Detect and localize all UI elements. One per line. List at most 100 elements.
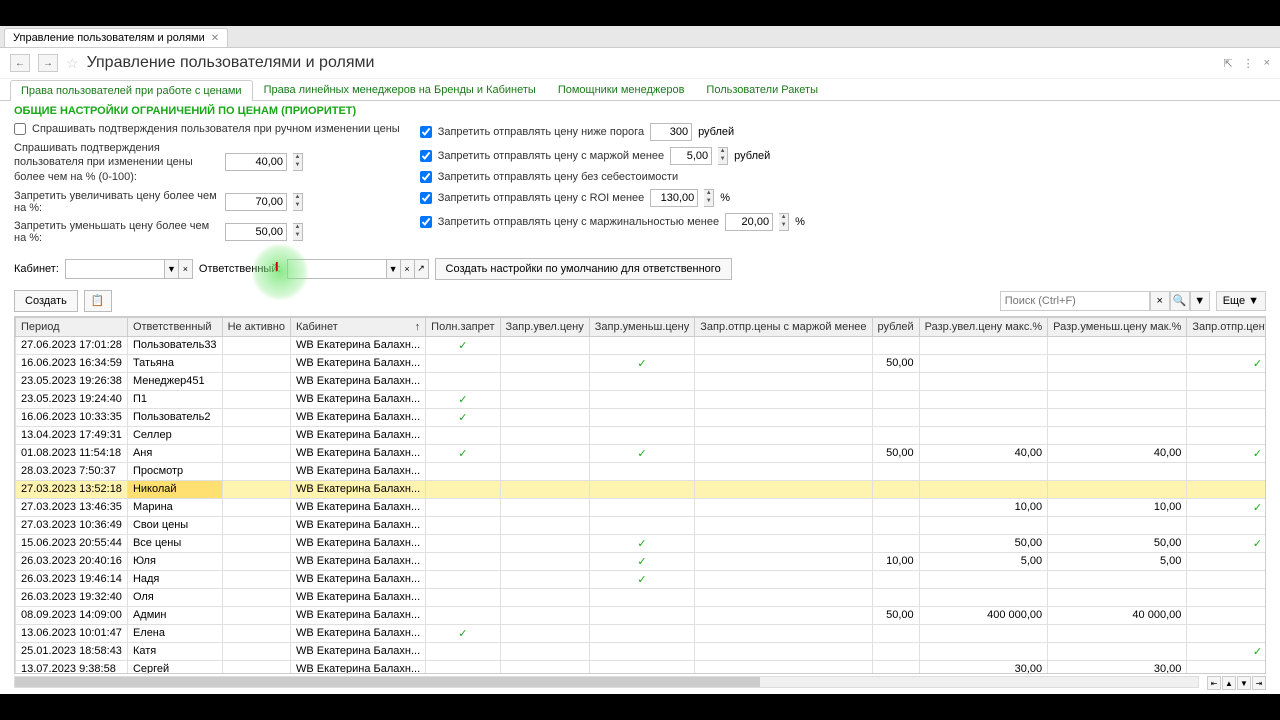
spinner[interactable]: ▲▼ xyxy=(718,147,728,165)
table-row[interactable]: 13.06.2023 10:01:47ЕленаWB Екатерина Бал… xyxy=(16,624,1267,642)
nav-up-icon[interactable]: ▲ xyxy=(1222,676,1236,690)
kebab-icon[interactable]: ⋮ xyxy=(1243,57,1254,70)
col-kabinet[interactable]: Кабинет ↑ xyxy=(290,317,425,336)
input-ask-confirm-pct[interactable] xyxy=(225,153,287,171)
star-icon[interactable]: ☆ xyxy=(66,55,79,72)
checkbox-deny-no-cost[interactable] xyxy=(420,171,432,183)
table-row[interactable]: 26.03.2023 19:46:14НадяWB Екатерина Бала… xyxy=(16,570,1267,588)
label-ask-confirm: Спрашивать подтверждения пользователя пр… xyxy=(32,123,400,135)
col-allow-incr-max[interactable]: Разр.увел.цену макс.% xyxy=(919,317,1048,336)
table-row[interactable]: 27.06.2023 17:01:28Пользователь33WB Екат… xyxy=(16,336,1267,354)
input-responsible[interactable] xyxy=(287,259,387,279)
search-clear-icon[interactable]: × xyxy=(1150,291,1170,311)
input-deny-roi[interactable] xyxy=(650,189,698,207)
spinner[interactable]: ▲▼ xyxy=(293,193,303,211)
input-deny-marginality[interactable] xyxy=(725,213,773,231)
label-deny-below: Запретить отправлять цену ниже порога xyxy=(438,126,644,138)
col-rub[interactable]: рублей xyxy=(872,317,919,336)
input-deny-decrease[interactable] xyxy=(225,223,287,241)
page-title: Управление пользователями и ролями xyxy=(87,54,375,72)
checkbox-deny-below[interactable] xyxy=(420,126,432,138)
dropdown-icon[interactable]: ▼ xyxy=(387,259,401,279)
table-row[interactable]: 23.05.2023 19:26:38Менеджер451WB Екатери… xyxy=(16,372,1267,390)
search-input[interactable] xyxy=(1000,291,1150,311)
label-deny-margin: Запретить отправлять цену с маржой менее xyxy=(438,150,664,162)
search-icon[interactable]: 🔍 xyxy=(1170,291,1190,311)
col-full-deny[interactable]: Полн.запрет xyxy=(426,317,500,336)
table-row[interactable]: 27.03.2023 13:46:35МаринаWB Екатерина Ба… xyxy=(16,498,1267,516)
col-allow-decr-max[interactable]: Разр.уменьш.цену мак.% xyxy=(1048,317,1187,336)
combo-kabinet[interactable]: ▼ × xyxy=(65,259,193,279)
unit-pct: % xyxy=(720,192,730,204)
label-ask-confirm-pct: Спрашивать подтверждения пользователя пр… xyxy=(14,141,219,184)
nav-first-icon[interactable]: ⇤ xyxy=(1207,676,1221,690)
close-window-icon[interactable]: × xyxy=(1264,57,1270,70)
table-row[interactable]: 28.03.2023 7:50:37ПросмотрWB Екатерина Б… xyxy=(16,462,1267,480)
link-icon[interactable]: ⇱ xyxy=(1223,57,1232,70)
table-row[interactable]: 27.03.2023 10:36:49Свои ценыWB Екатерина… xyxy=(16,516,1267,534)
label-kabinet: Кабинет: xyxy=(14,263,59,275)
table-row[interactable]: 13.04.2023 17:49:31СеллерWB Екатерина Ба… xyxy=(16,426,1267,444)
col-inactive[interactable]: Не активно xyxy=(222,317,290,336)
table-row[interactable]: 16.06.2023 10:33:35Пользователь2WB Екате… xyxy=(16,408,1267,426)
clear-icon[interactable]: × xyxy=(401,259,415,279)
close-icon[interactable]: ✕ xyxy=(211,33,219,44)
checkbox-deny-marginality[interactable] xyxy=(420,216,432,228)
table-row[interactable]: 15.06.2023 20:55:44Все ценыWB Екатерина … xyxy=(16,534,1267,552)
col-deny-margin-less[interactable]: Запр.отпр.цены с маржой менее xyxy=(695,317,872,336)
label-deny-increase: Запретить увеличивать цену более чем на … xyxy=(14,190,219,214)
label-responsible: Ответственный: xyxy=(199,263,281,275)
sub-tabs: Права пользователей при работе с ценами … xyxy=(0,79,1280,101)
table-row[interactable]: 26.03.2023 19:32:40ОляWB Екатерина Балах… xyxy=(16,588,1267,606)
table-row[interactable]: 26.03.2023 20:40:16ЮляWB Екатерина Балах… xyxy=(16,552,1267,570)
spinner[interactable]: ▲▼ xyxy=(293,223,303,241)
horizontal-scrollbar[interactable] xyxy=(14,676,1199,688)
table-row[interactable]: 23.05.2023 19:24:40П1WB Екатерина Балахн… xyxy=(16,390,1267,408)
tab-price-rights[interactable]: Права пользователей при работе с ценами xyxy=(10,80,253,101)
input-deny-increase[interactable] xyxy=(225,193,287,211)
copy-button[interactable]: 📋 xyxy=(84,290,112,312)
nav-last-icon[interactable]: ⇥ xyxy=(1252,676,1266,690)
table-row[interactable]: 16.06.2023 16:34:59ТатьянаWB Екатерина Б… xyxy=(16,354,1267,372)
table-row[interactable]: 08.09.2023 14:09:00АдминWB Екатерина Бал… xyxy=(16,606,1267,624)
checkbox-ask-confirm[interactable] xyxy=(14,123,26,135)
col-period[interactable]: Период xyxy=(16,317,128,336)
clear-icon[interactable]: × xyxy=(179,259,193,279)
spinner[interactable]: ▲▼ xyxy=(704,189,714,207)
tab-bar: Управление пользователям и ролями ✕ xyxy=(0,26,1280,48)
input-deny-margin[interactable] xyxy=(670,147,712,165)
more-button[interactable]: Еще▼ xyxy=(1216,291,1266,311)
tab-line-managers[interactable]: Права линейных менеджеров на Бренды и Ка… xyxy=(253,79,547,100)
table-row[interactable]: 13.07.2023 9:38:58СергейWB Екатерина Бал… xyxy=(16,660,1267,674)
create-button[interactable]: Создать xyxy=(14,290,78,312)
open-icon[interactable]: ↗ xyxy=(415,259,429,279)
input-kabinet[interactable] xyxy=(65,259,165,279)
label-deny-roi: Запретить отправлять цену с ROI менее xyxy=(438,192,645,204)
col-deny-decr[interactable]: Запр.уменьш.цену xyxy=(589,317,695,336)
input-deny-below[interactable] xyxy=(650,123,692,141)
table-row[interactable]: 27.03.2023 13:52:18НиколайWB Екатерина Б… xyxy=(16,480,1267,498)
search-dropdown-icon[interactable]: ▼ xyxy=(1190,291,1210,311)
tab-title: Управление пользователям и ролями xyxy=(13,32,205,44)
checkbox-deny-roi[interactable] xyxy=(420,192,432,204)
combo-responsible[interactable]: ▼ × ↗ xyxy=(287,259,429,279)
nav-forward-button[interactable]: → xyxy=(38,54,58,72)
col-deny-incr[interactable]: Запр.увел.цену xyxy=(500,317,589,336)
data-table[interactable]: Период Ответственный Не активно Кабинет … xyxy=(14,316,1266,674)
spinner[interactable]: ▲▼ xyxy=(779,213,789,231)
window-tab[interactable]: Управление пользователям и ролями ✕ xyxy=(4,28,228,47)
create-defaults-button[interactable]: Создать настройки по умолчанию для ответ… xyxy=(435,258,732,280)
table-row[interactable]: 25.01.2023 18:58:43КатяWB Екатерина Бала… xyxy=(16,642,1267,660)
nav-back-button[interactable]: ← xyxy=(10,54,30,72)
tab-assistants[interactable]: Помощники менеджеров xyxy=(547,79,696,100)
scroll-footer: ⇤ ▲ ▼ ⇥ xyxy=(14,676,1266,690)
table-row[interactable]: 01.08.2023 11:54:18АняWB Екатерина Балах… xyxy=(16,444,1267,462)
col-responsible[interactable]: Ответственный xyxy=(127,317,222,336)
dropdown-icon[interactable]: ▼ xyxy=(165,259,179,279)
nav-down-icon[interactable]: ▼ xyxy=(1237,676,1251,690)
col-deny-no-cost[interactable]: Запр.отпр.цену без себес xyxy=(1187,317,1266,336)
checkbox-deny-margin[interactable] xyxy=(420,150,432,162)
filter-bar: Кабинет: ▼ × Ответственный: ▼ × ↗ Создат… xyxy=(0,252,1280,286)
spinner[interactable]: ▲▼ xyxy=(293,153,303,171)
tab-rocket-users[interactable]: Пользователи Ракеты xyxy=(695,79,829,100)
